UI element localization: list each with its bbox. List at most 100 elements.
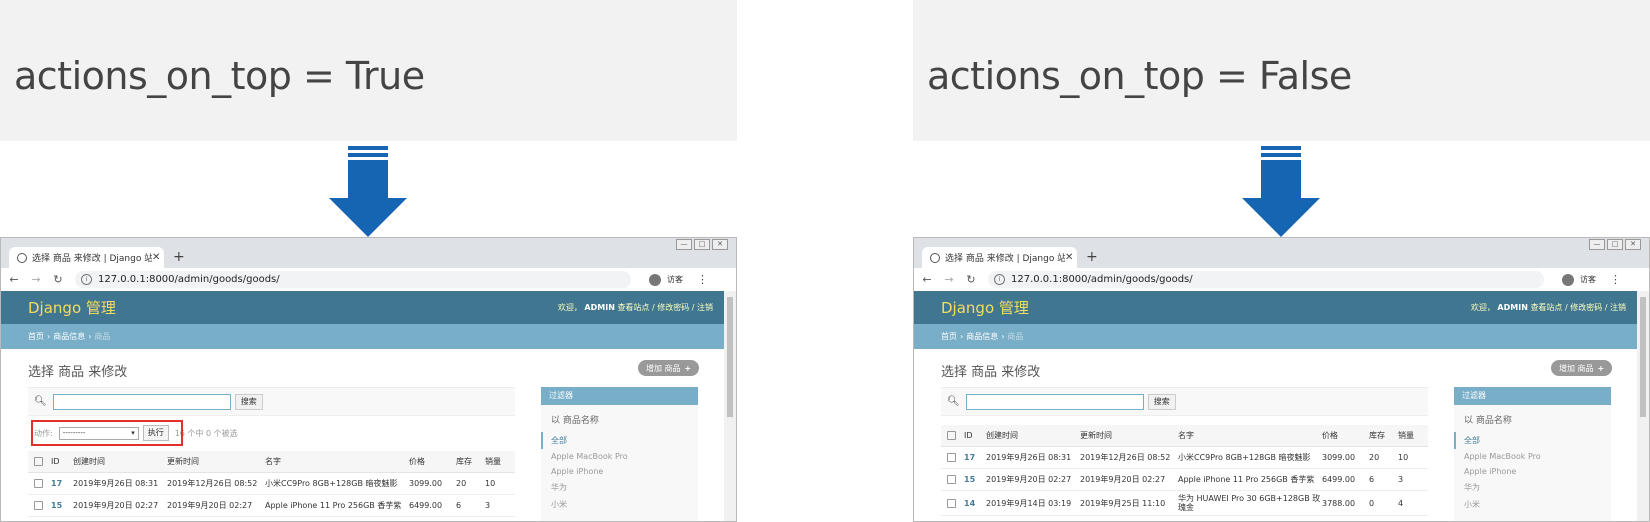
search-input[interactable]	[52, 393, 231, 410]
column-header-updated[interactable]: 更新时间	[1080, 430, 1178, 441]
back-arrow-icon[interactable]: ←	[5, 273, 23, 286]
profile-label: 访客	[667, 275, 683, 284]
cell-price: 3099.00	[1322, 453, 1356, 462]
breadcrumb-separator: ›	[47, 332, 51, 341]
address-bar[interactable]: i 127.0.0.1:8000/admin/goods/goods/	[75, 271, 631, 288]
add-button-label: 增加 商品	[1559, 363, 1594, 373]
address-bar[interactable]: i 127.0.0.1:8000/admin/goods/goods/	[988, 271, 1544, 288]
select-all-checkbox[interactable]	[34, 457, 43, 466]
filter-option-all[interactable]: 全部	[541, 432, 698, 449]
welcome-text: 欢迎，	[557, 303, 582, 312]
maximize-icon[interactable]: □	[694, 239, 710, 250]
profile-button[interactable]: 访客	[1562, 273, 1596, 286]
add-goods-button[interactable]: 增加 商品 +	[1551, 360, 1613, 376]
column-header-stock[interactable]: 库存	[1369, 430, 1398, 441]
select-all-checkbox[interactable]	[947, 431, 956, 440]
row-id-link[interactable]: 14	[964, 499, 986, 508]
user-links[interactable]: 查看站点 / 修改密码 / 注销	[617, 303, 713, 312]
add-goods-button[interactable]: 增加 商品 +	[638, 360, 700, 376]
cell-updated: 2019年12月26日 08:52	[167, 479, 258, 488]
filter-option[interactable]: 华为	[1454, 479, 1611, 496]
new-tab-plus-icon[interactable]: +	[1086, 249, 1098, 265]
row-checkbox[interactable]	[947, 475, 956, 484]
site-brand[interactable]: Django 管理	[28, 297, 116, 318]
cell-stock: 0	[1369, 498, 1375, 508]
forward-arrow-icon[interactable]: →	[940, 273, 958, 286]
column-header-id[interactable]: ID	[964, 431, 986, 440]
reload-icon[interactable]: ↻	[49, 273, 67, 286]
breadcrumb-app[interactable]: 商品信息	[53, 331, 85, 342]
column-header-id[interactable]: ID	[51, 457, 73, 466]
close-window-icon[interactable]: ✕	[712, 239, 728, 250]
menu-dots-icon[interactable]: ⋮	[697, 273, 708, 286]
welcome-text: 欢迎，	[1470, 303, 1495, 312]
info-icon[interactable]: i	[994, 274, 1005, 285]
filter-option-all[interactable]: 全部	[1454, 432, 1611, 449]
row-id-link[interactable]: 17	[964, 453, 986, 462]
search-button[interactable]: 搜索	[234, 393, 263, 410]
maximize-icon[interactable]: □	[1607, 239, 1623, 250]
profile-label: 访客	[1580, 275, 1596, 284]
profile-button[interactable]: 访客	[649, 273, 683, 286]
tab-close-icon[interactable]: ✕	[152, 252, 164, 263]
column-header-sales[interactable]: 销量	[1398, 430, 1420, 441]
browser-tab[interactable]: 选择 商品 来修改 | Django 站点 ✕	[9, 247, 164, 268]
filter-option[interactable]: Apple iPhone	[1454, 464, 1611, 479]
row-checkbox[interactable]	[34, 479, 43, 488]
page-title: 选择 商品 来修改	[941, 365, 1041, 380]
site-brand[interactable]: Django 管理	[941, 297, 1029, 318]
breadcrumb: 首页 › 商品信息 › 商品	[1, 324, 725, 349]
row-id-link[interactable]: 15	[51, 501, 73, 510]
caption-box: actions_on_top = True	[0, 0, 737, 141]
row-id-link[interactable]: 15	[964, 475, 986, 484]
column-header-sales[interactable]: 销量	[485, 456, 507, 467]
browser-tab[interactable]: 选择 商品 来修改 | Django 站点 ✕	[922, 247, 1077, 268]
close-window-icon[interactable]: ✕	[1625, 239, 1641, 250]
filter-option[interactable]: 小米	[541, 496, 698, 513]
filter-option[interactable]: Apple MacBook Pro	[1454, 449, 1611, 464]
avatar-icon	[649, 273, 661, 286]
filter-option[interactable]: 华为	[541, 479, 698, 496]
column-header-created[interactable]: 创建时间	[986, 430, 1080, 441]
user-links[interactable]: 查看站点 / 修改密码 / 注销	[1530, 303, 1626, 312]
column-header-name[interactable]: 名字	[1178, 431, 1322, 440]
cell-price: 6499.00	[1322, 475, 1356, 484]
cell-created: 2019年9月20日 02:27	[986, 475, 1072, 484]
breadcrumb-app[interactable]: 商品信息	[966, 331, 998, 342]
minimize-icon[interactable]: —	[1589, 239, 1605, 250]
breadcrumb-home[interactable]: 首页	[28, 331, 44, 342]
search-input[interactable]	[965, 393, 1144, 410]
row-checkbox[interactable]	[947, 498, 956, 508]
new-tab-plus-icon[interactable]: +	[173, 249, 185, 265]
filter-option[interactable]: Apple MacBook Pro	[541, 449, 698, 464]
back-arrow-icon[interactable]: ←	[918, 273, 936, 286]
column-header-created[interactable]: 创建时间	[73, 456, 167, 467]
admin-page: Django 管理 欢迎， ADMIN 查看站点 / 修改密码 / 注销 首页 …	[1, 291, 725, 521]
column-header-price[interactable]: 价格	[1322, 430, 1369, 441]
column-header-name[interactable]: 名字	[265, 457, 409, 466]
cell-created: 2019年9月26日 08:31	[73, 479, 159, 488]
page-scrollbar[interactable]	[724, 291, 736, 521]
forward-arrow-icon[interactable]: →	[27, 273, 45, 286]
reload-icon[interactable]: ↻	[962, 273, 980, 286]
info-icon[interactable]: i	[81, 274, 92, 285]
minimize-icon[interactable]: —	[676, 239, 692, 250]
row-id-link[interactable]: 17	[51, 479, 73, 488]
tab-close-icon[interactable]: ✕	[1065, 252, 1077, 263]
row-checkbox[interactable]	[34, 501, 43, 510]
result-table: ID 创建时间 更新时间 名字 价格 库存 销量 17 2019年9月26日 0…	[28, 451, 515, 517]
breadcrumb-home[interactable]: 首页	[941, 331, 957, 342]
scrollbar-thumb[interactable]	[1640, 297, 1646, 417]
filter-option[interactable]: 小米	[1454, 496, 1611, 513]
row-checkbox[interactable]	[947, 453, 956, 462]
column-header-price[interactable]: 价格	[409, 456, 456, 467]
filter-option[interactable]: Apple iPhone	[541, 464, 698, 479]
menu-dots-icon[interactable]: ⋮	[1610, 273, 1621, 286]
search-button[interactable]: 搜索	[1147, 393, 1176, 410]
scrollbar-thumb[interactable]	[727, 297, 733, 417]
column-header-updated[interactable]: 更新时间	[167, 456, 265, 467]
filter-options: 全部 Apple MacBook Pro Apple iPhone 华为 小米	[1454, 432, 1611, 513]
column-header-stock[interactable]: 库存	[456, 456, 485, 467]
page-scrollbar[interactable]	[1637, 291, 1649, 521]
panel-actions-on-top-false: actions_on_top = False — □ ✕ 选择 商品 来修改 |…	[913, 0, 1650, 522]
